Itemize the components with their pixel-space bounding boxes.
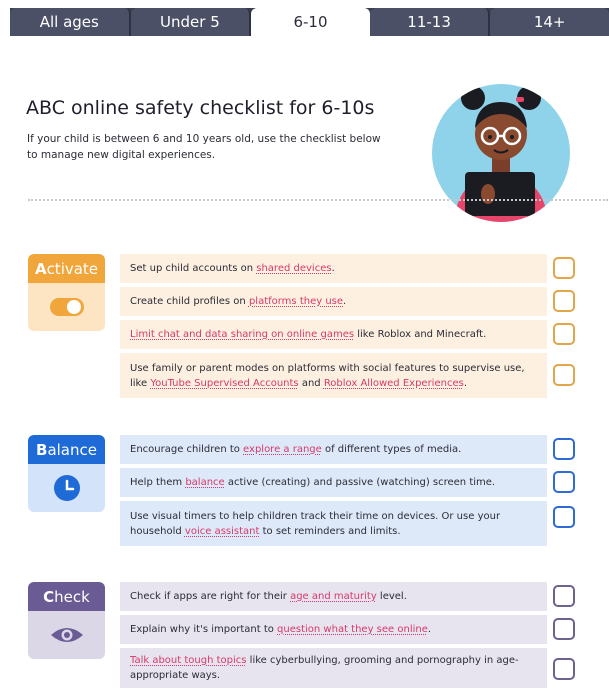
link-question-what-they-see[interactable]: question what they see online: [277, 624, 428, 635]
link-explore-a-range[interactable]: explore a range: [243, 444, 322, 455]
tab-14-plus[interactable]: 14+: [490, 8, 609, 36]
checkbox[interactable]: [553, 618, 575, 640]
page-title: ABC online safety checklist for 6-10s: [26, 97, 375, 119]
list-item: Limit chat and data sharing on online ga…: [120, 320, 547, 349]
clock-icon: [53, 475, 80, 501]
list-item: Set up child accounts on shared devices.: [120, 254, 547, 283]
checkbox[interactable]: [553, 364, 575, 386]
list-item: Create child profiles on platforms they …: [120, 287, 547, 316]
header-divider: [28, 199, 608, 201]
link-balance[interactable]: balance: [185, 477, 224, 488]
checkbox[interactable]: [553, 438, 575, 460]
list-item: Use family or parent modes on platforms …: [120, 353, 547, 398]
link-voice-assistant[interactable]: voice assistant: [185, 526, 260, 537]
page-subtitle: If your child is between 6 and 10 years …: [27, 133, 381, 161]
activate-card: Activate: [28, 254, 105, 331]
list-item: Talk about tough topics like cyberbullyi…: [120, 648, 547, 688]
checkbox[interactable]: [553, 471, 575, 493]
link-age-and-maturity[interactable]: age and maturity: [290, 591, 377, 602]
list-item: Use visual timers to help children track…: [120, 501, 547, 546]
eye-icon: [50, 628, 83, 642]
list-item: Explain why it's important to question w…: [120, 615, 547, 644]
age-tabs: All ages Under 5 6-10 11-13 14+: [10, 8, 609, 36]
list-item: Help them balance active (creating) and …: [120, 468, 547, 497]
tab-all-ages[interactable]: All ages: [10, 8, 131, 36]
toggle-on-icon: [49, 298, 84, 316]
tab-under-5[interactable]: Under 5: [130, 8, 252, 36]
checkbox[interactable]: [553, 323, 575, 345]
balance-card: Balance: [28, 435, 105, 512]
checkbox[interactable]: [553, 290, 575, 312]
checkbox[interactable]: [553, 506, 575, 528]
link-limit-chat[interactable]: Limit chat and data sharing on online ga…: [130, 329, 354, 340]
link-talk-about-tough-topics[interactable]: Talk about tough topics: [130, 655, 246, 666]
link-youtube-supervised[interactable]: YouTube Supervised Accounts: [150, 378, 298, 389]
checkbox[interactable]: [553, 257, 575, 279]
check-icon-area: [28, 611, 105, 659]
tab-6-10[interactable]: 6-10: [251, 8, 370, 36]
activate-heading: Activate: [28, 254, 105, 283]
list-item: Encourage children to explore a range of…: [120, 435, 547, 464]
link-roblox-allowed[interactable]: Roblox Allowed Experiences: [324, 378, 464, 389]
activate-icon-area: [28, 283, 105, 331]
balance-heading: Balance: [28, 435, 105, 464]
check-card: Check: [28, 582, 105, 659]
balance-icon-area: [28, 464, 105, 512]
list-item: Check if apps are right for their age an…: [120, 582, 547, 611]
child-with-tablet-illustration: [432, 84, 570, 222]
link-shared-devices[interactable]: shared devices: [256, 263, 331, 274]
link-platforms-they-use[interactable]: platforms they use: [249, 296, 343, 307]
check-heading: Check: [28, 582, 105, 611]
checkbox[interactable]: [553, 658, 575, 680]
checkbox[interactable]: [553, 585, 575, 607]
tab-11-13[interactable]: 11-13: [369, 8, 491, 36]
